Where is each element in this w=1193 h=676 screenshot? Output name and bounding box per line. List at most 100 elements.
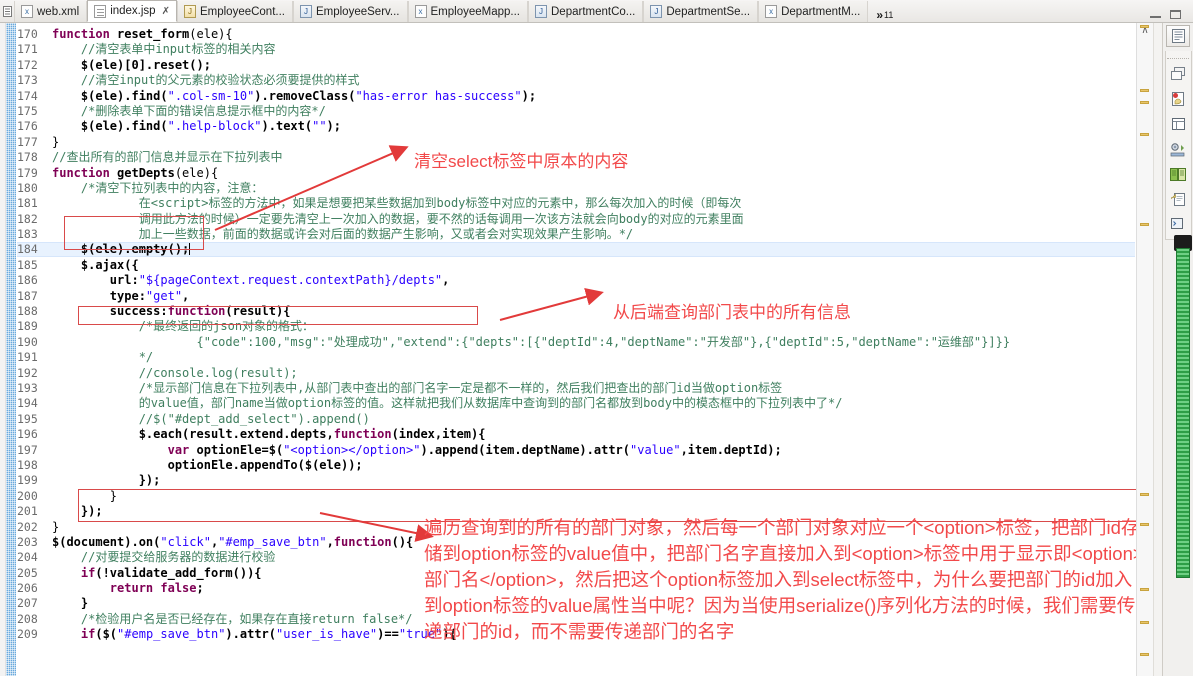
editor-tab-0[interactable]: web.xml — [14, 1, 88, 22]
tab-overflow-chevron: » — [876, 8, 884, 22]
editor-tab-label: EmployeeMapp... — [430, 5, 521, 18]
code-line: //清空表单中input标签的相关内容 — [52, 42, 1152, 57]
code-line: $.ajax({ — [52, 258, 1152, 273]
editor-tab-5[interactable]: DepartmentCo... — [528, 1, 644, 22]
code-line: //清空input的父元素的校验状态必须要提供的样式 — [52, 73, 1152, 88]
code-line: /*最终返回的json对象的格式： — [52, 319, 1152, 334]
java-file-icon — [299, 5, 312, 18]
code-token: reset_form — [117, 27, 190, 41]
overview-mark[interactable] — [1140, 133, 1149, 136]
editor-tab-4[interactable]: EmployeeMapp... — [407, 1, 528, 22]
toolbar-divider — [1167, 58, 1189, 59]
editor-tab-2[interactable]: EmployeeCont... — [176, 1, 293, 22]
code-token: "<option></option>" — [283, 442, 421, 457]
overview-mark[interactable] — [1140, 523, 1149, 526]
problems-view-icon[interactable] — [1168, 89, 1188, 109]
line-number: 194 — [17, 396, 38, 411]
line-number: 195 — [17, 411, 38, 426]
code-line: //console.log(result); — [52, 366, 1152, 381]
tab-close-icon[interactable]: ✗ — [162, 6, 170, 17]
editor-tab-6[interactable]: DepartmentSe... — [643, 1, 759, 22]
code-token: /*显示部门信息在下拉列表中,从部门表中查出的部门名字一定是都不一样的，然后我们… — [52, 380, 783, 395]
outline-view-icon[interactable] — [1166, 25, 1190, 47]
line-number: 183 — [17, 227, 38, 242]
editor-tab-1[interactable]: index.jsp ✗ — [87, 0, 177, 22]
code-token: "value" — [630, 442, 681, 457]
code-token: ,item.deptId); — [680, 442, 782, 457]
snippets-icon[interactable] — [1168, 189, 1188, 209]
overview-mark[interactable] — [1140, 493, 1149, 496]
tab-list-icon[interactable] — [0, 0, 14, 22]
code-token: "get" — [145, 288, 183, 303]
code-token: /*最终返回的json对象的格式： — [52, 319, 315, 334]
annotation-backend-query: 从后端查询部门表中的所有信息 — [613, 303, 851, 322]
code-token: function — [333, 427, 392, 442]
code-token: (ele){ — [174, 165, 219, 180]
code-token: */ — [52, 350, 154, 365]
editor-tab-7[interactable]: DepartmentM... — [758, 1, 869, 22]
code-token: "${pageContext.request.contextPath}/dept… — [138, 273, 443, 288]
servers-view-icon[interactable] — [1168, 139, 1188, 159]
overview-mark[interactable] — [1140, 653, 1149, 656]
overview-mark[interactable] — [1140, 101, 1149, 104]
code-line: } — [52, 135, 1152, 150]
overview-ruler[interactable]: ∧ — [1136, 23, 1153, 676]
line-number: 187 — [17, 288, 38, 303]
editor-tab-bar: web.xml index.jsp ✗ EmployeeCont... Employee… — [0, 0, 1193, 23]
java-file-icon — [535, 5, 547, 18]
line-number: 190 — [17, 334, 38, 349]
code-token: (){ — [391, 534, 414, 549]
code-token: ).attr( — [225, 627, 276, 642]
line-number: 203 — [17, 534, 38, 549]
eclipse-ide-window: web.xml index.jsp ✗ EmployeeCont... Employee… — [0, 0, 1193, 676]
code-line: /*显示部门信息在下拉列表中,从部门表中查出的部门名字一定是都不一样的，然后我们… — [52, 381, 1152, 396]
overview-mark[interactable] — [1140, 588, 1149, 591]
line-number: 205 — [17, 565, 38, 580]
code-editor[interactable]: 170 171 172 173 174 175 176 177 178 179 180 181 182 1… — [0, 23, 1153, 676]
editor-tab-label: EmployeeServ... — [315, 5, 400, 18]
code-token: }); — [52, 473, 161, 488]
editor-tab-label: DepartmentM... — [781, 5, 861, 18]
table-view-icon[interactable] — [1168, 114, 1188, 134]
minimize-icon[interactable] — [1150, 10, 1161, 19]
outline-glyph — [1171, 29, 1185, 43]
restore-icon[interactable] — [1168, 64, 1188, 84]
xml-file-icon — [414, 5, 427, 18]
overview-mark[interactable] — [1140, 223, 1149, 226]
view-shortcut-group — [1164, 51, 1192, 240]
code-token: ".col-sm-10" — [167, 88, 255, 103]
code-token: 的value值，部门name当做option标签的值。这样就把我们从数据库中查询… — [52, 396, 843, 411]
annotation-big-block: 遍历查询到的所有的部门对象，然后每一个部门对象对应一个<option>标签，把部… — [424, 517, 1144, 642]
line-number: 172 — [17, 57, 38, 72]
data-source-icon[interactable] — [1168, 164, 1188, 184]
line-number: 171 — [17, 42, 38, 57]
code-token: $(ele).find( — [52, 119, 168, 134]
editor-list-icon — [2, 5, 12, 17]
vertical-scrollbar[interactable] — [1153, 23, 1162, 676]
overview-mark[interactable] — [1140, 25, 1149, 28]
overview-mark[interactable] — [1140, 621, 1149, 624]
annotation-clear-select: 清空select标签中原本的内容 — [414, 152, 629, 171]
code-token: optionEle=$( — [196, 442, 284, 457]
line-number-ruler: 170 171 172 173 174 175 176 177 178 179 180 181 182 1… — [17, 27, 47, 643]
line-number: 208 — [17, 611, 38, 626]
code-token: "#emp_save_btn" — [218, 534, 327, 549]
code-token: , — [182, 288, 190, 303]
code-token: } — [52, 488, 118, 503]
line-number: 200 — [17, 488, 38, 503]
code-line: 加上一些数据，前面的数据或许会对后面的数据产生影响，又或者会对实现效果产生影响。… — [52, 227, 1152, 242]
code-line: $(ele).empty(); — [52, 242, 1152, 257]
overview-mark[interactable] — [1140, 89, 1149, 92]
maximize-icon[interactable] — [1170, 10, 1181, 19]
tab-overflow-button[interactable]: » 11 — [868, 7, 899, 22]
code-token: ); — [326, 119, 341, 134]
code-token: , — [326, 534, 334, 549]
console-view-icon[interactable] — [1168, 214, 1188, 234]
code-token: $.each(result.extend.depts, — [52, 427, 334, 442]
code-line: type:"get", — [52, 289, 1152, 304]
editor-tab-3[interactable]: EmployeeServ... — [292, 1, 408, 22]
code-token: ); — [521, 88, 537, 103]
code-line: $(ele).find(".help-block").text(""); — [52, 119, 1152, 134]
editor-tab-label: DepartmentSe... — [666, 5, 751, 18]
code-line: var optionEle=$("<option></option>").app… — [52, 443, 1152, 458]
